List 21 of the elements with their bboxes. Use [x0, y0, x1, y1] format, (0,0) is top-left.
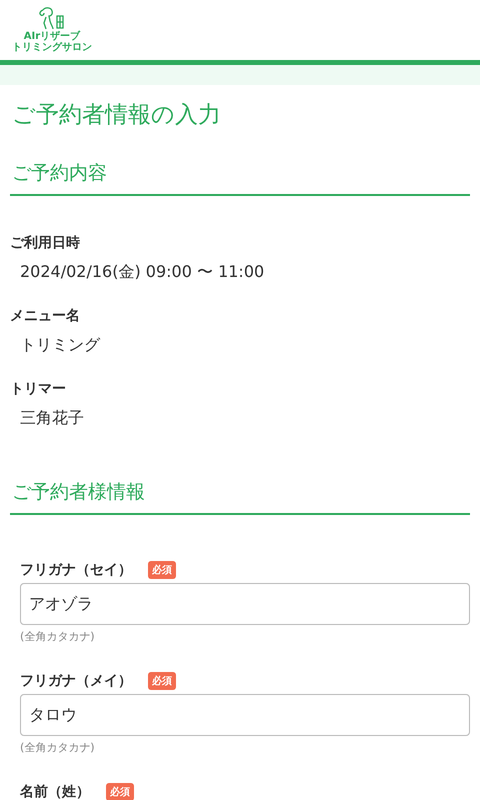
item-label: トリマー [10, 380, 67, 398]
field-hint: (全角カタカナ) [20, 629, 96, 644]
required-badge: 必須 [148, 672, 176, 690]
item-value: 2024/02/16(金) 09:00 〜 11:00 [20, 262, 266, 283]
item-label: ご利用日時 [10, 234, 81, 252]
logo-text: トリミングサロン [12, 42, 92, 53]
page-title: ご予約者情報の入力 [12, 101, 222, 130]
item-value: トリミング [20, 335, 102, 356]
required-badge: 必須 [148, 561, 176, 579]
input-field[interactable]: アオゾラ [20, 583, 470, 625]
item-label: メニュー名 [10, 307, 81, 325]
section-heading: ご予約内容 [10, 160, 470, 196]
field-label: フリガナ（メイ） [20, 672, 132, 690]
section-heading: ご予約者様情報 [10, 479, 470, 515]
field-label: 名前（姓） [20, 783, 90, 800]
field-hint: (全角カタカナ) [20, 740, 96, 755]
logo-text: AIrリザーブ [24, 31, 80, 42]
item-value: 三角花子 [20, 408, 85, 429]
input-field[interactable]: タロウ [20, 694, 470, 736]
required-badge: 必須 [106, 783, 134, 800]
field-label: フリガナ（セイ） [20, 561, 132, 579]
